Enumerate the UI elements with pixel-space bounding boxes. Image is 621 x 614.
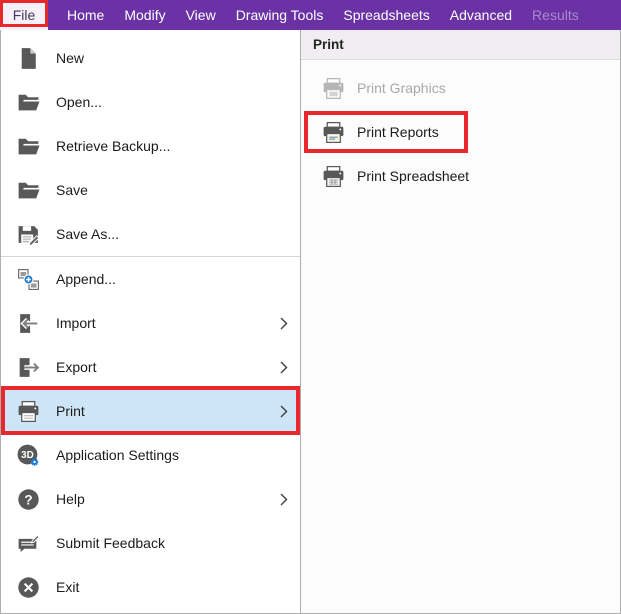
menu-item-print[interactable]: Print (1, 389, 300, 433)
menu-item-label: Help (56, 491, 85, 507)
menu-item-label: Append... (56, 271, 116, 287)
printer-icon (15, 398, 42, 425)
submenu-title: Print (313, 37, 344, 52)
submenu-item-label: Print Reports (357, 124, 439, 140)
submenu-body: Print Graphics Print Reports (301, 60, 620, 198)
menu-item-label: Submit Feedback (56, 535, 165, 551)
print-submenu-panel: Print Print Graphics (301, 30, 621, 614)
submenu-item-label: Print Graphics (357, 80, 446, 96)
menubar-item-advanced[interactable]: Advanced (440, 0, 522, 30)
menubar-item-modify[interactable]: Modify (114, 0, 175, 30)
submenu-item-print-reports[interactable]: Print Reports (301, 110, 620, 154)
chevron-right-icon (280, 405, 288, 418)
settings-3d-icon: 3D (15, 442, 42, 469)
printer-spreadsheet-icon (320, 163, 347, 190)
menu-item-application-settings[interactable]: 3D Application Settings (1, 433, 300, 477)
menu-item-label: Export (56, 359, 96, 375)
open-folder-icon (15, 133, 42, 160)
menu-item-save[interactable]: Save (1, 168, 300, 212)
app-window: File Home Modify View Drawing Tools Spre… (0, 0, 621, 614)
menubar-item-file[interactable]: File (0, 0, 48, 30)
import-icon (15, 310, 42, 337)
menubar-item-results: Results (522, 0, 589, 30)
new-file-icon (15, 45, 42, 72)
menu-item-label: Exit (56, 579, 79, 595)
open-folder-icon (15, 89, 42, 116)
menu-item-help[interactable]: ? Help (1, 477, 300, 521)
export-icon (15, 354, 42, 381)
menubar-item-view[interactable]: View (176, 0, 226, 30)
menu-item-export[interactable]: Export (1, 345, 300, 389)
printer-graphics-icon (320, 75, 347, 102)
menubar-item-home[interactable]: Home (57, 0, 114, 30)
submenu-header: Print (301, 30, 620, 60)
menu-item-label: Retrieve Backup... (56, 138, 170, 154)
open-folder-icon (15, 177, 42, 204)
menu-item-submit-feedback[interactable]: Submit Feedback (1, 521, 300, 565)
menu-item-label: Save As... (56, 226, 119, 242)
menu-item-label: New (56, 50, 84, 66)
save-as-icon (15, 221, 42, 248)
chevron-right-icon (280, 493, 288, 506)
menu-item-exit[interactable]: Exit (1, 565, 300, 609)
menubar-item-drawing-tools[interactable]: Drawing Tools (226, 0, 334, 30)
menu-item-import[interactable]: Import (1, 301, 300, 345)
svg-text:?: ? (24, 492, 32, 507)
exit-icon (15, 574, 42, 601)
menu-item-label: Print (56, 403, 85, 419)
menu-item-open[interactable]: Open... (1, 80, 300, 124)
file-menu-dropdown: New Open... Retrieve Backup... (0, 30, 301, 614)
menu-item-new[interactable]: New (1, 36, 300, 80)
menu-item-retrieve-backup[interactable]: Retrieve Backup... (1, 124, 300, 168)
chevron-right-icon (280, 317, 288, 330)
submenu-item-print-spreadsheet[interactable]: Print Spreadsheet (301, 154, 620, 198)
submenu-item-print-graphics: Print Graphics (301, 66, 620, 110)
submenu-item-label: Print Spreadsheet (357, 168, 469, 184)
menu-item-label: Import (56, 315, 96, 331)
menu-item-save-as[interactable]: Save As... (1, 212, 300, 256)
help-icon: ? (15, 486, 42, 513)
menu-item-label: Application Settings (56, 447, 179, 463)
menu-item-append[interactable]: Append... (1, 257, 300, 301)
append-icon (15, 266, 42, 293)
menu-item-label: Save (56, 182, 88, 198)
menubar: File Home Modify View Drawing Tools Spre… (0, 0, 621, 30)
chevron-right-icon (280, 361, 288, 374)
menu-item-label: Open... (56, 94, 102, 110)
feedback-icon (15, 530, 42, 557)
printer-reports-icon (320, 119, 347, 146)
menubar-item-spreadsheets[interactable]: Spreadsheets (333, 0, 439, 30)
